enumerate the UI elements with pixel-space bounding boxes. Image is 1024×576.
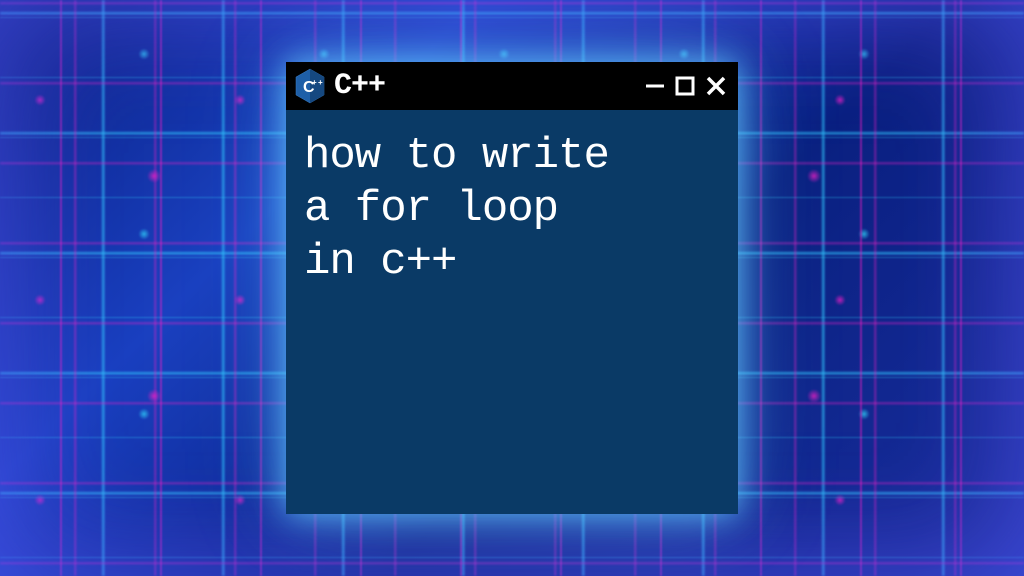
window-body: how to write a for loop in c++ — [286, 110, 738, 514]
window-title: C++ — [334, 69, 644, 103]
cpp-icon: C + + — [294, 68, 326, 104]
body-text: how to write a for loop in c++ — [304, 130, 720, 288]
window-controls — [644, 74, 728, 98]
window-titlebar[interactable]: C + + C++ — [286, 62, 738, 110]
svg-text:+: + — [312, 78, 317, 87]
close-button[interactable] — [704, 74, 728, 98]
app-window: C + + C++ — [286, 62, 738, 514]
minimize-button[interactable] — [644, 75, 666, 97]
maximize-button[interactable] — [674, 75, 696, 97]
svg-text:+: + — [318, 78, 323, 87]
